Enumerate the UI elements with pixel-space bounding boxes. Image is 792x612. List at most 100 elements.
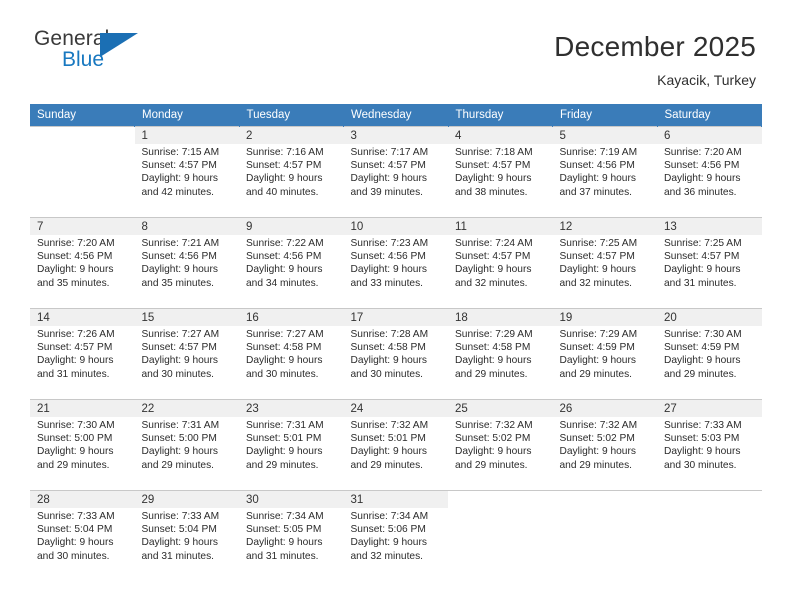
calendar-day-cell[interactable]: 16 Sunrise: 7:27 AM Sunset: 4:58 PM Dayligh… [239,308,344,400]
daylight-text-line1: Daylight: 9 hours [141,264,218,276]
daylight-text-line2: and 35 minutes. [37,277,110,289]
sunrise-text: Sunrise: 7:32 AM [455,420,533,431]
daylight-text-line1: Daylight: 9 hours [246,537,323,549]
sunset-text: Sunset: 5:02 PM [455,433,531,445]
calendar-page: General Blue December 2025 Kayacik, Turk… [0,0,792,612]
day-cell-content: 28 Sunrise: 7:33 AM Sunset: 5:04 PM Dayligh… [30,491,135,581]
calendar-day-cell[interactable]: 4 Sunrise: 7:18 AM Sunset: 4:57 PM Daylight… [448,126,553,218]
day-cell-content: 17 Sunrise: 7:28 AM Sunset: 4:58 PM Dayligh… [343,309,448,399]
daylight-text-line1: Daylight: 9 hours [559,264,636,276]
day-number: 13 [657,218,762,235]
daylight-text-line2: and 29 minutes. [141,459,215,471]
calendar-day-cell[interactable]: 30 Sunrise: 7:34 AM Sunset: 5:05 PM Dayligh… [239,490,344,581]
daylight-text-line2: and 35 minutes. [141,277,215,289]
calendar-day-cell[interactable]: 1 Sunrise: 7:15 AM Sunset: 4:57 PM Daylight… [134,126,239,218]
day-cell-content [657,491,762,581]
daylight-text-line1: Daylight: 9 hours [37,446,114,458]
calendar-day-cell[interactable]: 3 Sunrise: 7:17 AM Sunset: 4:57 PM Daylight… [343,126,449,218]
day-details: Sunrise: 7:22 AM Sunset: 4:56 PM Daylight:… [239,235,344,290]
calendar-day-cell[interactable]: 2 Sunrise: 7:16 AM Sunset: 4:57 PM Daylight… [239,126,344,218]
calendar-day-cell[interactable]: 13 Sunrise: 7:25 AM Sunset: 4:57 PM Dayligh… [657,217,762,309]
day-number: 25 [448,400,553,417]
day-cell-content: 12 Sunrise: 7:25 AM Sunset: 4:57 PM Dayligh… [552,218,657,308]
general-blue-logo[interactable]: General Blue [34,28,144,80]
day-number: 14 [30,309,135,326]
sunrise-text: Sunrise: 7:33 AM [664,420,742,431]
calendar-day-cell[interactable]: 14 Sunrise: 7:26 AM Sunset: 4:57 PM Dayligh… [30,308,135,400]
sunset-text: Sunset: 5:04 PM [141,524,217,536]
page-subtitle: Kayacik, Turkey [657,72,756,88]
day-number: 12 [552,218,657,235]
calendar-day-cell[interactable]: 25 Sunrise: 7:32 AM Sunset: 5:02 PM Dayligh… [448,399,553,491]
weekday-header-saturday: Saturday [657,104,762,127]
day-cell-content: 7 Sunrise: 7:20 AM Sunset: 4:56 PM Daylight… [30,218,135,308]
day-details: Sunrise: 7:31 AM Sunset: 5:00 PM Daylight:… [135,417,240,472]
day-number: 8 [134,218,239,235]
calendar-day-cell[interactable]: 31 Sunrise: 7:34 AM Sunset: 5:06 PM Dayligh… [343,490,448,581]
sunset-text: Sunset: 5:06 PM [350,524,426,536]
sunrise-text: Sunrise: 7:16 AM [246,147,324,158]
calendar-day-cell[interactable]: 20 Sunrise: 7:30 AM Sunset: 4:59 PM Dayligh… [657,308,762,400]
day-number: 11 [448,218,553,235]
calendar-day-cell[interactable]: 10 Sunrise: 7:23 AM Sunset: 4:56 PM Dayligh… [343,217,448,309]
calendar-day-cell[interactable]: 28 Sunrise: 7:33 AM Sunset: 5:04 PM Dayligh… [30,490,135,581]
calendar-day-cell[interactable]: 17 Sunrise: 7:28 AM Sunset: 4:58 PM Dayligh… [343,308,448,400]
day-cell-content: 23 Sunrise: 7:31 AM Sunset: 5:01 PM Dayligh… [239,400,344,490]
sunrise-text: Sunrise: 7:26 AM [37,329,115,340]
sunset-text: Sunset: 4:57 PM [246,160,322,172]
sunrise-text: Sunrise: 7:18 AM [455,147,533,158]
calendar-day-cell[interactable]: 8 Sunrise: 7:21 AM Sunset: 4:56 PM Daylight… [134,217,239,309]
sunset-text: Sunset: 5:01 PM [246,433,322,445]
calendar-day-cell[interactable]: 6 Sunrise: 7:20 AM Sunset: 4:56 PM Daylight… [657,126,762,218]
day-number: 19 [552,309,657,326]
day-cell-content: 31 Sunrise: 7:34 AM Sunset: 5:06 PM Dayligh… [343,491,448,581]
calendar-day-cell[interactable]: 12 Sunrise: 7:25 AM Sunset: 4:57 PM Dayligh… [552,217,657,309]
calendar-day-cell[interactable]: 26 Sunrise: 7:32 AM Sunset: 5:02 PM Dayligh… [552,399,657,491]
calendar-day-cell[interactable]: 27 Sunrise: 7:33 AM Sunset: 5:03 PM Dayligh… [657,399,762,491]
calendar-day-cell[interactable]: 21 Sunrise: 7:30 AM Sunset: 5:00 PM Dayligh… [30,399,135,491]
calendar-day-cell[interactable]: 22 Sunrise: 7:31 AM Sunset: 5:00 PM Dayligh… [134,399,240,491]
sunset-text: Sunset: 4:57 PM [664,251,740,263]
sunset-text: Sunset: 4:56 PM [559,160,635,172]
calendar-day-cell[interactable]: 11 Sunrise: 7:24 AM Sunset: 4:57 PM Dayligh… [448,217,553,309]
day-cell-content: 25 Sunrise: 7:32 AM Sunset: 5:02 PM Dayligh… [448,400,553,490]
daylight-text-line1: Daylight: 9 hours [37,264,114,276]
calendar-day-cell[interactable]: 9 Sunrise: 7:22 AM Sunset: 4:56 PM Daylight… [239,217,344,309]
day-cell-content: 2 Sunrise: 7:16 AM Sunset: 4:57 PM Daylight… [239,127,344,217]
sunrise-text: Sunrise: 7:29 AM [559,329,638,340]
sunset-text: Sunset: 4:57 PM [455,160,531,172]
calendar-week-row: 7 Sunrise: 7:20 AM Sunset: 4:56 PM Daylight… [30,217,762,309]
day-details: Sunrise: 7:27 AM Sunset: 4:58 PM Daylight:… [239,326,344,381]
sunset-text: Sunset: 5:00 PM [141,433,217,445]
daylight-text-line2: and 29 minutes. [246,459,319,471]
daylight-text-line2: and 29 minutes. [37,459,110,471]
calendar-day-cell[interactable]: 23 Sunrise: 7:31 AM Sunset: 5:01 PM Dayligh… [239,399,344,491]
daylight-text-line1: Daylight: 9 hours [350,537,427,549]
calendar-day-cell[interactable]: 7 Sunrise: 7:20 AM Sunset: 4:56 PM Daylight… [30,217,135,309]
day-cell-content: 20 Sunrise: 7:30 AM Sunset: 4:59 PM Dayligh… [657,309,762,399]
calendar-day-cell[interactable]: 19 Sunrise: 7:29 AM Sunset: 4:59 PM Dayligh… [552,308,657,400]
calendar-day-cell[interactable]: 18 Sunrise: 7:29 AM Sunset: 4:58 PM Dayligh… [448,308,553,400]
day-details: Sunrise: 7:17 AM Sunset: 4:57 PM Daylight:… [344,144,449,199]
calendar-day-cell[interactable]: 29 Sunrise: 7:33 AM Sunset: 5:04 PM Dayligh… [134,490,239,581]
day-cell-content: 18 Sunrise: 7:29 AM Sunset: 4:58 PM Dayligh… [448,309,553,399]
day-number: 23 [239,400,344,417]
sunrise-text: Sunrise: 7:34 AM [350,511,429,522]
sunrise-text: Sunrise: 7:33 AM [141,511,220,522]
daylight-text-line2: and 39 minutes. [350,186,424,198]
calendar-day-cell[interactable]: 15 Sunrise: 7:27 AM Sunset: 4:57 PM Dayligh… [134,308,240,400]
calendar-day-cell[interactable]: 5 Sunrise: 7:19 AM Sunset: 4:56 PM Daylight… [552,126,657,218]
daylight-text-line1: Daylight: 9 hours [246,446,323,458]
day-cell-content: 21 Sunrise: 7:30 AM Sunset: 5:00 PM Dayligh… [30,400,135,490]
calendar-grid: Sunday Monday Tuesday Wednesday Thursday… [30,104,762,581]
day-number: 10 [343,218,448,235]
sunset-text: Sunset: 4:58 PM [246,342,322,354]
day-cell-content [30,127,135,217]
calendar-day-cell[interactable]: 24 Sunrise: 7:32 AM Sunset: 5:01 PM Dayligh… [343,399,448,491]
daylight-text-line2: and 29 minutes. [350,459,424,471]
day-cell-content: 1 Sunrise: 7:15 AM Sunset: 4:57 PM Daylight… [134,127,239,217]
day-details: Sunrise: 7:27 AM Sunset: 4:57 PM Daylight:… [135,326,240,381]
sunset-text: Sunset: 4:56 PM [350,251,426,263]
sunset-text: Sunset: 5:02 PM [559,433,635,445]
sunset-text: Sunset: 4:57 PM [559,251,635,263]
